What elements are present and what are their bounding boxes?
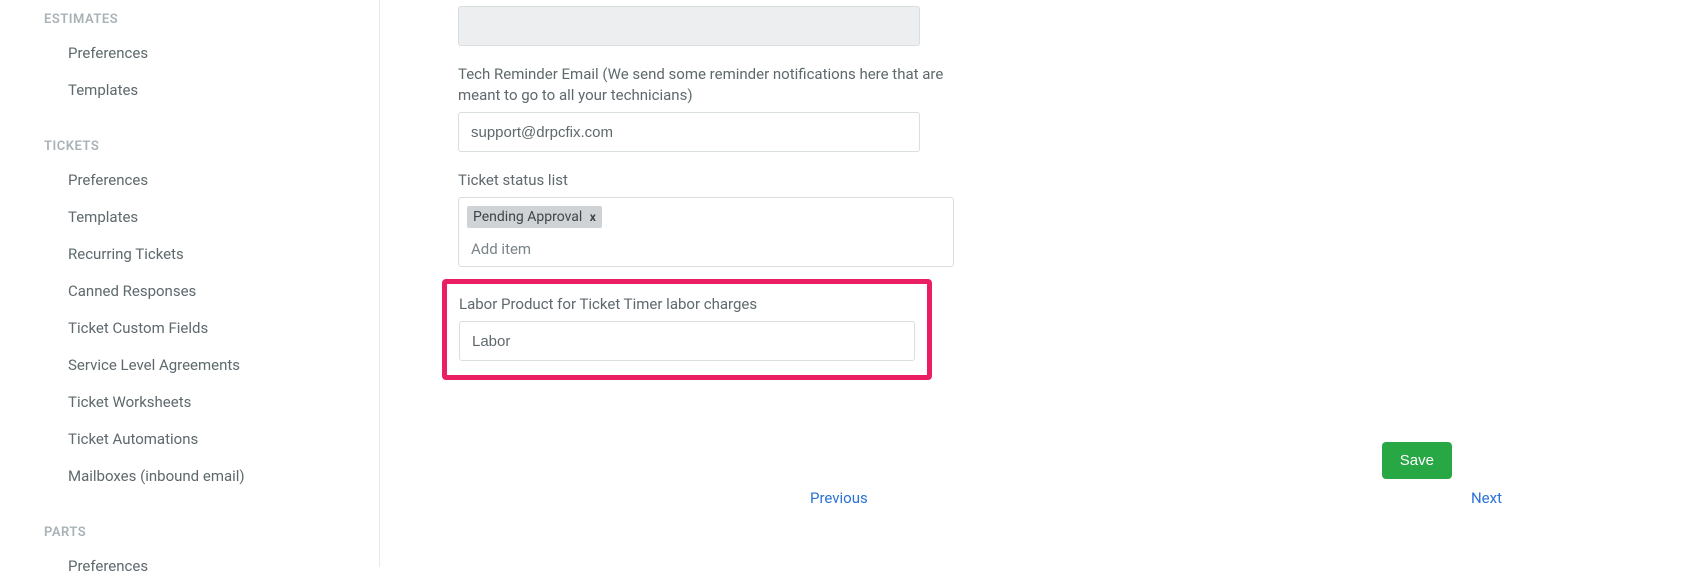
- form-area: Tech Reminder Email (We send some remind…: [380, 0, 1020, 380]
- sidebar-item-service-level-agreements[interactable]: Service Level Agreements: [20, 347, 379, 384]
- sidebar-item-ticket-worksheets[interactable]: Ticket Worksheets: [20, 384, 379, 421]
- next-link[interactable]: Next: [1471, 489, 1502, 507]
- sidebar-section-parts: PARTS: [20, 513, 379, 548]
- sidebar-item-ticket-automations[interactable]: Ticket Automations: [20, 421, 379, 458]
- sidebar-item-ticket-custom-fields[interactable]: Ticket Custom Fields: [20, 310, 379, 347]
- ticket-status-label: Ticket status list: [458, 170, 980, 191]
- sidebar-item-tickets-templates[interactable]: Templates: [20, 199, 379, 236]
- tech-reminder-label: Tech Reminder Email (We send some remind…: [458, 64, 980, 106]
- prior-disabled-input[interactable]: [458, 6, 920, 46]
- sidebar-item-tickets-preferences[interactable]: Preferences: [20, 162, 379, 199]
- sidebar-item-mailboxes[interactable]: Mailboxes (inbound email): [20, 458, 379, 495]
- sidebar-section-tickets: TICKETS: [20, 127, 379, 162]
- form-nav-row: Previous Next: [810, 489, 1502, 507]
- sidebar-section-estimates: ESTIMATES: [20, 0, 379, 35]
- sidebar-item-recurring-tickets[interactable]: Recurring Tickets: [20, 236, 379, 273]
- status-chip-pending-approval[interactable]: Pending Approval x: [467, 206, 602, 228]
- settings-sidebar: ESTIMATES Preferences Templates TICKETS …: [20, 0, 380, 567]
- status-chip-label: Pending Approval: [473, 209, 582, 225]
- sidebar-item-canned-responses[interactable]: Canned Responses: [20, 273, 379, 310]
- tech-reminder-input[interactable]: [458, 112, 920, 152]
- save-button[interactable]: Save: [1382, 442, 1452, 479]
- previous-link[interactable]: Previous: [810, 489, 868, 507]
- labor-product-highlight: Labor Product for Ticket Timer labor cha…: [442, 279, 932, 380]
- main-panel: Tech Reminder Email (We send some remind…: [380, 0, 1662, 567]
- labor-product-label: Labor Product for Ticket Timer labor cha…: [459, 294, 915, 315]
- ticket-status-list[interactable]: Pending Approval x Add item: [458, 197, 954, 267]
- sidebar-item-estimates-templates[interactable]: Templates: [20, 72, 379, 109]
- sidebar-item-estimates-preferences[interactable]: Preferences: [20, 35, 379, 72]
- labor-product-input[interactable]: [459, 321, 915, 361]
- add-status-item[interactable]: Add item: [467, 234, 945, 258]
- remove-chip-icon[interactable]: x: [590, 210, 596, 224]
